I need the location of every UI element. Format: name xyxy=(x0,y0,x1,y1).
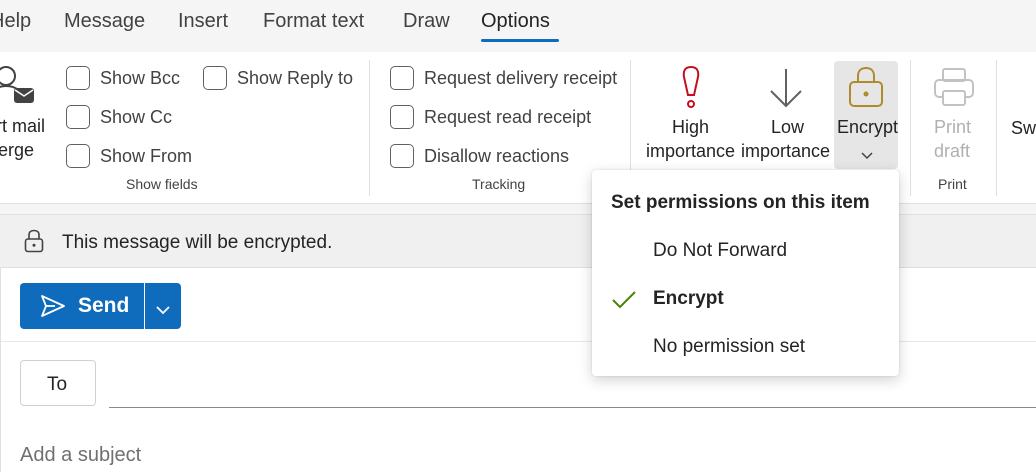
show-reply-to-label: Show Reply to xyxy=(237,67,354,88)
to-input[interactable] xyxy=(109,407,1036,408)
checkbox-box xyxy=(66,105,90,129)
checkbox-box xyxy=(390,144,414,168)
subject-input[interactable]: Add a subject xyxy=(20,444,141,467)
disallow-reactions-checkbox[interactable]: Disallow reactions xyxy=(390,143,569,169)
show-fields-group-label: Show fields xyxy=(126,176,198,192)
tab-message[interactable]: Message xyxy=(64,10,145,33)
print-draft-button[interactable]: Print draft xyxy=(922,61,986,169)
high-importance-label-line1: High xyxy=(672,117,710,137)
high-importance-label-line2: importance xyxy=(646,141,736,161)
lock-icon xyxy=(24,229,44,258)
tab-help[interactable]: Help xyxy=(0,10,31,33)
send-label: Send xyxy=(78,294,130,317)
tab-insert[interactable]: Insert xyxy=(178,10,228,33)
show-bcc-checkbox[interactable]: Show Bcc xyxy=(66,65,180,91)
low-importance-label-line1: Low xyxy=(771,117,805,137)
tab-format-text[interactable]: Format text xyxy=(263,10,364,33)
tab-draw[interactable]: Draw xyxy=(403,10,450,33)
checkbox-box xyxy=(390,105,414,129)
ribbon-tabs: Help Message Insert Format text Draw Opt… xyxy=(0,0,1036,50)
low-importance-label-line2: importance xyxy=(741,141,831,161)
send-options-dropdown[interactable] xyxy=(145,283,181,329)
menu-item-no-permission-set[interactable]: No permission set xyxy=(592,326,899,370)
permissions-menu-title: Set permissions on this item xyxy=(611,192,870,213)
checkbox-box xyxy=(66,66,90,90)
mail-merge-icon xyxy=(0,62,36,113)
disallow-reactions-label: Disallow reactions xyxy=(424,145,570,166)
to-label: To xyxy=(47,374,68,395)
show-reply-to-checkbox[interactable]: Show Reply to xyxy=(203,65,353,91)
exclamation-icon xyxy=(677,65,705,116)
tracking-group-label: Tracking xyxy=(472,176,526,192)
request-read-receipt-label: Request read receipt xyxy=(424,106,592,127)
print-draft-label-line1: Print xyxy=(934,117,972,137)
lock-icon xyxy=(847,66,885,113)
request-delivery-receipt-label: Request delivery receipt xyxy=(424,67,618,88)
encrypt-button[interactable]: Encrypt xyxy=(834,61,898,169)
menu-item-encrypt[interactable]: Encrypt xyxy=(592,278,899,322)
checkmark-icon xyxy=(611,290,637,315)
print-draft-label-line2: draft xyxy=(934,141,971,161)
chevron-down-icon xyxy=(156,302,170,320)
show-cc-label: Show Cc xyxy=(100,106,173,127)
printer-icon xyxy=(932,67,976,112)
menu-item-do-not-forward[interactable]: Do Not Forward xyxy=(592,230,899,274)
print-group-label: Print xyxy=(938,176,967,192)
menu-item-label: No permission set xyxy=(653,336,806,357)
encryption-banner-text: This message will be encrypted. xyxy=(62,232,333,253)
menu-item-label: Do Not Forward xyxy=(653,240,788,261)
show-bcc-label: Show Bcc xyxy=(100,67,181,88)
show-from-checkbox[interactable]: Show From xyxy=(66,143,192,169)
encrypt-label: Encrypt xyxy=(837,117,899,137)
active-tab-indicator xyxy=(481,39,559,42)
request-delivery-receipt-checkbox[interactable]: Request delivery receipt xyxy=(390,65,617,91)
group-divider xyxy=(910,60,911,196)
checkbox-box xyxy=(390,66,414,90)
to-button[interactable]: To xyxy=(20,360,96,406)
permissions-menu: Set permissions on this item Do Not Forw… xyxy=(592,170,899,376)
arrow-down-icon xyxy=(768,67,804,114)
mail-merge-button[interactable]: rt mail erge xyxy=(0,52,52,162)
group-divider xyxy=(369,60,370,196)
tab-options[interactable]: Options xyxy=(481,10,550,33)
switch-button-label[interactable]: Swi xyxy=(1011,118,1036,139)
show-cc-checkbox[interactable]: Show Cc xyxy=(66,104,172,130)
send-icon xyxy=(40,294,66,323)
mail-merge-label-line1: rt mail xyxy=(0,116,45,136)
checkbox-box xyxy=(203,66,227,90)
chevron-down-icon xyxy=(861,147,873,165)
menu-item-label: Encrypt xyxy=(653,288,724,309)
checkbox-box xyxy=(66,144,90,168)
request-read-receipt-checkbox[interactable]: Request read receipt xyxy=(390,104,591,130)
mail-merge-label-line2: erge xyxy=(0,140,35,160)
group-divider xyxy=(996,60,997,196)
show-from-label: Show From xyxy=(100,145,193,166)
send-button[interactable]: Send xyxy=(20,283,144,329)
